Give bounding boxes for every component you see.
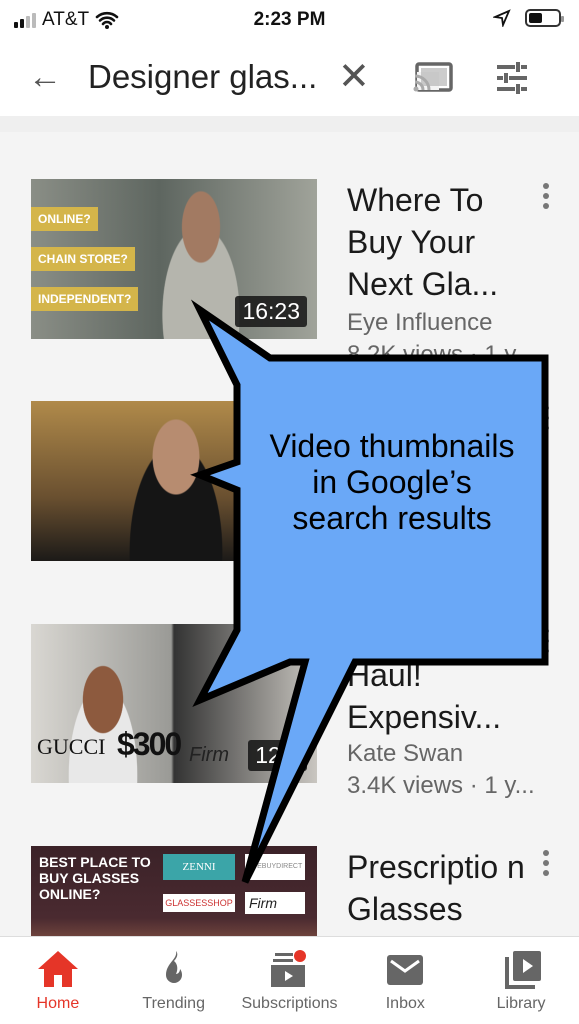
video-thumbnail[interactable]: GUCCI $300 Firm 12:3 (31, 624, 317, 783)
search-bar: ← Designer glas... ✕ (0, 40, 579, 116)
nav-label: Subscriptions (241, 995, 338, 1012)
status-bar: AT&T 2:23 PM (0, 0, 579, 40)
duration-badge: 12:3 (248, 740, 307, 771)
mail-icon (387, 955, 424, 985)
thumb-text: Firm (245, 892, 305, 914)
nav-label: Trending (142, 995, 205, 1012)
home-icon (37, 951, 78, 987)
video-stats: 8.2K views · 1 y... (347, 341, 535, 368)
thumb-text: CHAIN STORE? (31, 247, 135, 271)
nav-label: Library (496, 995, 546, 1012)
video-title[interactable]: Where To Buy Your Next Gla... (347, 179, 547, 305)
video-thumbnail[interactable]: ONLINE? CHAIN STORE? INDEPENDENT? 16:23 (31, 179, 317, 339)
nav-label: Inbox (385, 995, 425, 1012)
thumb-text: ONLINE? (31, 207, 98, 231)
channel-name[interactable]: Eye Influence (347, 307, 492, 339)
nav-label: Home (36, 995, 80, 1012)
subscriptions-icon (271, 950, 307, 987)
thumb-text: ZENNI (163, 854, 235, 880)
thumb-text: GUCCI (37, 734, 106, 759)
video-title[interactable]: Expensiv... (347, 696, 547, 738)
channel-name[interactable]: Kate Swan (347, 738, 463, 770)
arrow-left-icon[interactable]: ← (28, 60, 62, 94)
library-icon (505, 951, 542, 989)
flame-icon (165, 951, 182, 983)
thumb-text: EYEBUYDIRECT (245, 854, 305, 880)
filter-sliders-icon[interactable] (495, 62, 529, 94)
bottom-nav: Home Trending Subscriptions Inbox Librar… (0, 936, 579, 1024)
nav-trending[interactable]: Trending (116, 937, 232, 1024)
thumb-text: $300 (117, 726, 182, 762)
close-icon[interactable]: ✕ (338, 54, 370, 99)
nav-subscriptions[interactable]: Subscriptions (232, 937, 348, 1024)
cast-icon[interactable] (413, 62, 453, 92)
thumb-text: GLASSESSHOP (163, 894, 235, 912)
search-input[interactable]: Designer glas... (88, 58, 317, 96)
battery-icon (525, 9, 564, 27)
more-vert-icon[interactable] (541, 628, 551, 654)
more-vert-icon[interactable] (541, 850, 551, 876)
more-vert-icon[interactable] (541, 183, 551, 209)
thumb-text: BEST PLACE TO BUY GLASSES ONLINE? (39, 854, 151, 902)
duration-badge: 16:23 (235, 296, 307, 327)
nav-library[interactable]: Library (463, 937, 579, 1024)
nav-home[interactable]: Home (0, 937, 116, 1024)
callout-text: Video thumbnails in Google’s search resu… (269, 428, 515, 536)
thumb-text: Firm (189, 744, 229, 766)
more-vert-icon[interactable] (541, 405, 551, 431)
location-arrow-icon (493, 9, 511, 27)
nav-inbox[interactable]: Inbox (347, 937, 463, 1024)
video-stats: 3.4K views · 1 y... (347, 772, 535, 799)
video-title-line[interactable]: Haul! (347, 654, 547, 696)
thumb-text: INDEPENDENT? (31, 287, 139, 311)
